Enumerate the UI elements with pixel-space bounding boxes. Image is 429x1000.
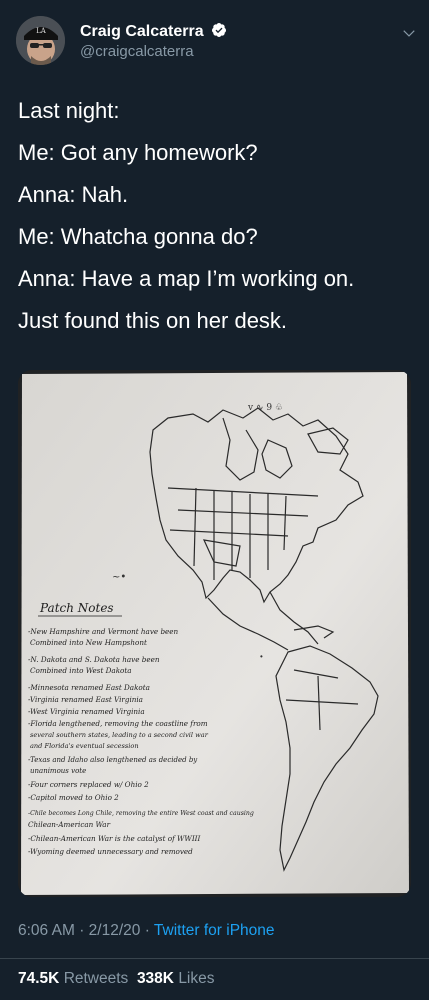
patch-note-line: -Chilean-American War is the catalyst of… [28, 834, 200, 843]
patch-note-line: Chilean-American War [28, 820, 111, 829]
tweet-time[interactable]: 6:06 AM [18, 922, 75, 939]
tweet-header: LA Craig Calcaterra @craigcalcaterra [16, 16, 416, 66]
patch-note-line: -Minnesota renamed East Dakota [28, 683, 150, 692]
tweet-text: Last night: Me: Got any homework? Anna: … [18, 90, 413, 342]
map-drawing: v ∿ 9 ♧ ~• • Patch Notes -New Hampshire … [18, 370, 411, 897]
patch-note-line: -N. Dakota and S. Dakota have been [28, 655, 160, 664]
patch-note-line: -Texas and Idaho also lengthened as deci… [28, 756, 198, 764]
patch-note-line: -Chile becomes Long Chile, removing the … [28, 810, 254, 817]
patch-note-line: Combined into West Dakota [30, 666, 132, 675]
patch-note-line: and Florida's eventual secession [30, 742, 139, 750]
patch-note-line: unanimous vote [30, 767, 86, 775]
patch-note-line: -Virginia renamed East Virginia [28, 695, 143, 704]
chevron-down-icon[interactable] [402, 26, 416, 40]
patch-note-line: -Wyoming deemed unnecessary and removed [28, 847, 193, 856]
patch-note-line: several southern states, leading to a se… [30, 731, 209, 739]
tweet-date[interactable]: 2/12/20 [89, 922, 141, 939]
tweet-stats: 74.5K Retweets 338K Likes [18, 970, 215, 988]
verified-badge-icon [212, 23, 227, 37]
tweet-line: Anna: Nah. [18, 182, 129, 207]
likes-count: 338K [136, 970, 174, 987]
tweet-timestamp: 6:06 AM · 2/12/20 · Twitter for iPhone [18, 922, 275, 940]
retweets-label: Retweets [63, 970, 129, 987]
time-date-separator: · [79, 922, 85, 939]
svg-text:LA: LA [36, 27, 47, 35]
likes-label: Likes [178, 970, 215, 987]
patch-note-line: -New Hampshire and Vermont have been [28, 627, 179, 636]
author-name-row[interactable]: Craig Calcaterra [80, 22, 227, 41]
author-name[interactable]: Craig Calcaterra [80, 23, 204, 40]
tweet-line: Last night: [18, 98, 120, 123]
map-scribble: v ∿ 9 ♧ [247, 403, 283, 413]
tweet-line: Me: Whatcha gonna do? [18, 224, 258, 249]
meta-separator: · [144, 922, 150, 939]
patch-note-line: -Capitol moved to Ohio 2 [28, 793, 119, 802]
divider [0, 958, 429, 959]
retweets-count: 74.5K [18, 970, 60, 987]
avatar[interactable]: LA [16, 16, 65, 65]
tweet-line: Anna: Have a map I’m working on. [18, 266, 355, 291]
patch-note-line: Combined into New Hampshont [30, 638, 147, 647]
retweets-stat[interactable]: 74.5K Retweets [18, 970, 128, 987]
author-handle[interactable]: @craigcalcaterra [80, 43, 194, 60]
patch-note-line: -West Virginia renamed Virginia [28, 707, 145, 716]
tweet-line: Me: Got any homework? [18, 140, 258, 165]
patch-notes-title: Patch Notes [39, 601, 114, 615]
patch-note-line: -Florida lengthened, removing the coastl… [28, 719, 208, 728]
tweet-source-link[interactable]: Twitter for iPhone [154, 922, 275, 939]
likes-stat[interactable]: 338K Likes [137, 970, 215, 987]
map-dot: • [260, 652, 263, 661]
map-scribble-2: ~• [112, 572, 126, 583]
patch-note-line: -Four corners replaced w/ Ohio 2 [28, 780, 149, 789]
tweet-line: Just found this on her desk. [18, 308, 288, 333]
tweet-media-photo[interactable]: v ∿ 9 ♧ ~• • Patch Notes -New Hampshire … [18, 370, 411, 897]
avatar-photo: LA [16, 16, 65, 65]
